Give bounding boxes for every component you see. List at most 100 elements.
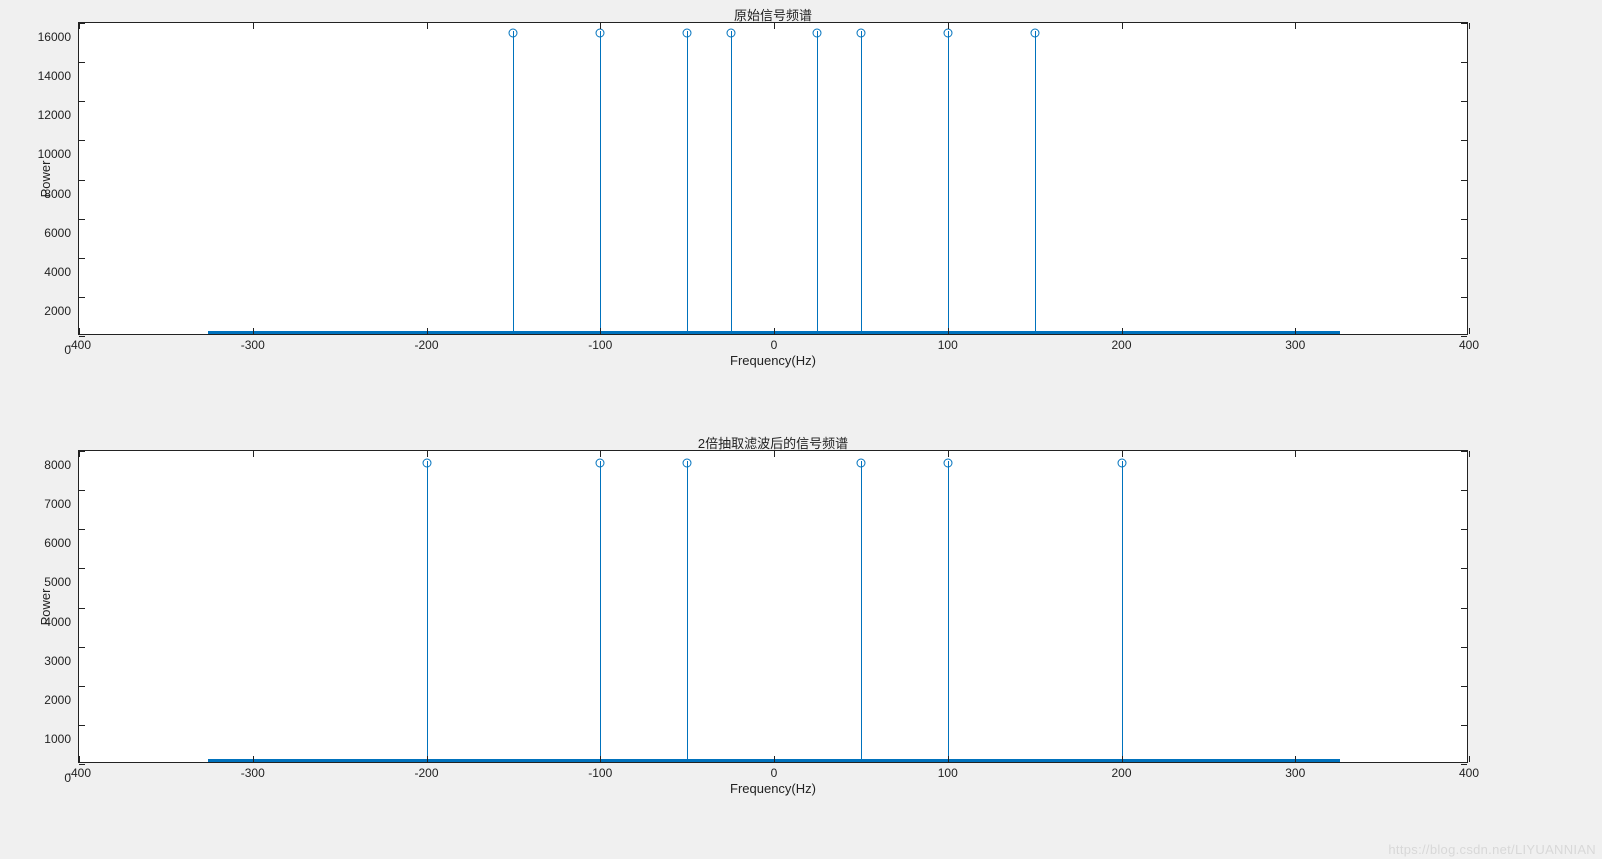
axes-top: 原始信号频谱 Power Frequency(Hz) -400-300-200-… <box>78 22 1468 335</box>
stem-line <box>948 461 949 762</box>
ytick-label: 6000 <box>44 536 71 550</box>
stem-line <box>687 461 688 762</box>
stem-marker <box>1117 458 1126 467</box>
axes-bottom: 2倍抽取滤波后的信号频谱 Power Frequency(Hz) -400-30… <box>78 450 1468 763</box>
stem-line <box>861 31 862 334</box>
ytick-mark <box>79 258 85 259</box>
ytick-label: 3000 <box>44 654 71 668</box>
ytick-label: 4000 <box>44 265 71 279</box>
ytick-mark <box>79 451 85 452</box>
stem-line <box>600 461 601 762</box>
xtick-label: 100 <box>938 338 958 352</box>
xtick-mark <box>1122 756 1123 762</box>
ytick-mark <box>1461 451 1467 452</box>
ytick-label: 2000 <box>44 304 71 318</box>
ytick-mark <box>79 180 85 181</box>
ytick-mark <box>1461 23 1467 24</box>
ytick-mark <box>1461 336 1467 337</box>
xtick-mark <box>1295 23 1296 29</box>
stem-line <box>817 31 818 334</box>
ytick-label: 7000 <box>44 497 71 511</box>
xtick-mark <box>948 451 949 457</box>
stem-line <box>1035 31 1036 334</box>
stem-marker <box>683 458 692 467</box>
ytick-mark <box>79 23 85 24</box>
stem-line <box>731 31 732 334</box>
xtick-mark <box>948 23 949 29</box>
xtick-label: 300 <box>1285 766 1305 780</box>
ytick-mark <box>1461 180 1467 181</box>
xtick-mark <box>427 756 428 762</box>
xtick-label: 400 <box>1459 338 1479 352</box>
xtick-label: -300 <box>241 338 265 352</box>
stem-marker <box>596 28 605 37</box>
xtick-label: 100 <box>938 766 958 780</box>
xtick-mark <box>600 451 601 457</box>
ytick-mark <box>1461 140 1467 141</box>
ytick-label: 12000 <box>38 108 71 122</box>
ytick-mark <box>79 101 85 102</box>
xtick-mark <box>253 23 254 29</box>
xtick-mark <box>948 328 949 334</box>
xtick-mark <box>253 328 254 334</box>
ytick-mark <box>79 608 85 609</box>
ytick-mark <box>1461 764 1467 765</box>
stem-line <box>513 31 514 334</box>
stem-line <box>1122 461 1123 762</box>
axes-title: 2倍抽取滤波后的信号频谱 <box>79 433 1467 452</box>
xtick-label: -200 <box>414 766 438 780</box>
ytick-label: 0 <box>64 771 71 785</box>
xtick-mark <box>427 451 428 457</box>
stem-line <box>687 31 688 334</box>
ytick-mark <box>1461 647 1467 648</box>
ytick-mark <box>79 140 85 141</box>
ytick-mark <box>79 529 85 530</box>
xtick-mark <box>600 756 601 762</box>
ytick-label: 8000 <box>44 458 71 472</box>
xtick-mark <box>600 328 601 334</box>
xtick-label: 200 <box>1111 766 1131 780</box>
ytick-label: 8000 <box>44 187 71 201</box>
stem-marker <box>856 458 865 467</box>
xtick-label: -300 <box>241 766 265 780</box>
ytick-label: 5000 <box>44 575 71 589</box>
xtick-label: -100 <box>588 338 612 352</box>
xtick-mark <box>79 756 80 762</box>
xtick-mark <box>1122 328 1123 334</box>
ytick-mark <box>79 647 85 648</box>
stem-marker <box>596 458 605 467</box>
ytick-label: 14000 <box>38 69 71 83</box>
xtick-label: 300 <box>1285 338 1305 352</box>
xtick-mark <box>1122 451 1123 457</box>
ytick-mark <box>79 490 85 491</box>
xtick-mark <box>774 451 775 457</box>
x-axis-label: Frequency(Hz) <box>79 781 1467 796</box>
xtick-mark <box>1295 451 1296 457</box>
stem-marker <box>683 28 692 37</box>
xtick-mark <box>427 23 428 29</box>
ytick-mark <box>79 725 85 726</box>
xtick-mark <box>1469 23 1470 29</box>
ytick-label: 10000 <box>38 147 71 161</box>
xtick-label: -100 <box>588 766 612 780</box>
xtick-mark <box>1122 23 1123 29</box>
stem-marker <box>813 28 822 37</box>
xtick-mark <box>253 756 254 762</box>
ytick-mark <box>79 686 85 687</box>
ytick-mark <box>1461 258 1467 259</box>
xtick-mark <box>600 23 601 29</box>
stem-marker <box>943 458 952 467</box>
xtick-mark <box>1469 756 1470 762</box>
ytick-label: 1000 <box>44 732 71 746</box>
ytick-mark <box>79 219 85 220</box>
ytick-label: 0 <box>64 343 71 357</box>
ytick-label: 4000 <box>44 615 71 629</box>
ytick-label: 2000 <box>44 693 71 707</box>
xtick-mark <box>1295 328 1296 334</box>
ytick-mark <box>1461 101 1467 102</box>
stem-marker <box>943 28 952 37</box>
xtick-label: -200 <box>414 338 438 352</box>
stem-line <box>861 461 862 762</box>
ytick-mark <box>79 62 85 63</box>
figure: 原始信号频谱 Power Frequency(Hz) -400-300-200-… <box>0 0 1602 859</box>
